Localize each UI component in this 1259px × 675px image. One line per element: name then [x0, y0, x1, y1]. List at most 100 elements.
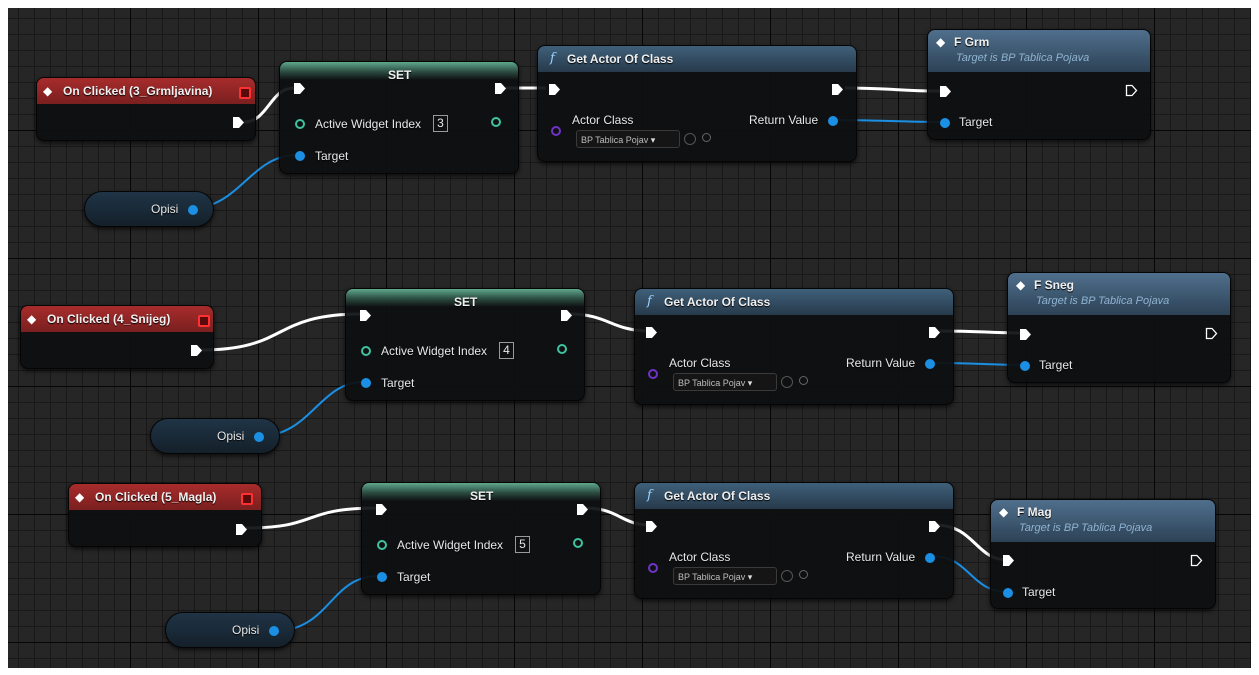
active-widget-index-out-pin[interactable]	[557, 344, 567, 354]
return-value-label: Return Value	[749, 113, 819, 127]
function-call-title: F Grm	[954, 35, 990, 49]
target-label: Target	[959, 115, 993, 129]
exec-in-pin[interactable]	[359, 309, 372, 322]
actor-class-dropdown[interactable]: BP Tablica Pojav ▾	[673, 567, 777, 585]
target-pin[interactable]	[1003, 588, 1013, 598]
actor-class-pin[interactable]	[648, 563, 658, 573]
chevron-down-icon: ▾	[747, 378, 753, 388]
search-icon[interactable]	[702, 133, 711, 142]
exec-in-pin[interactable]	[645, 520, 658, 533]
active-widget-index-pin[interactable]	[377, 540, 387, 550]
exec-out-pin[interactable]	[190, 344, 203, 357]
target-label: Target	[381, 376, 415, 390]
function-call-node[interactable]: ◆ F Sneg Target is BP Tablica Pojava Tar…	[1007, 272, 1231, 383]
event-node[interactable]: ◆ On Clicked (3_Grmljavina)	[36, 77, 256, 141]
exec-hollow-icon[interactable]	[1205, 327, 1218, 340]
event-node-title: On Clicked (4_Snijeg)	[47, 312, 171, 326]
function-f-icon: f	[647, 488, 652, 503]
event-node[interactable]: ◆ On Clicked (5_Magla)	[68, 483, 262, 547]
event-diamond-icon: ◆	[43, 84, 53, 98]
function-f-icon: f	[550, 51, 555, 66]
chevron-down-icon: ▾	[747, 572, 753, 582]
variable-out-pin[interactable]	[254, 432, 264, 442]
browse-icon[interactable]	[781, 570, 793, 582]
actor-class-dropdown[interactable]: BP Tablica Pojav ▾	[576, 130, 680, 148]
target-label: Target	[1022, 585, 1056, 599]
exec-in-pin[interactable]	[1019, 328, 1032, 341]
event-delegate-icon[interactable]	[198, 315, 210, 327]
target-label: Target	[397, 570, 431, 584]
exec-hollow-icon[interactable]	[1190, 554, 1203, 567]
target-pin[interactable]	[1020, 361, 1030, 371]
variable-out-pin[interactable]	[269, 626, 279, 636]
variable-node-opisi[interactable]: Opisi	[165, 612, 295, 648]
function-call-subtitle: Target is BP Tablica Pojava	[1019, 522, 1153, 534]
return-value-pin[interactable]	[925, 553, 935, 563]
exec-out-pin[interactable]	[232, 116, 245, 129]
actor-class-label: Actor Class	[669, 356, 731, 370]
target-pin[interactable]	[377, 572, 387, 582]
exec-in-pin[interactable]	[293, 82, 306, 95]
return-value-pin[interactable]	[828, 116, 838, 126]
function-call-node[interactable]: ◆ F Mag Target is BP Tablica Pojava Targ…	[990, 499, 1216, 609]
event-delegate-icon[interactable]	[239, 87, 251, 99]
return-value-label: Return Value	[846, 356, 916, 370]
get-actor-title: Get Actor Of Class	[567, 52, 674, 66]
active-widget-index-out-pin[interactable]	[573, 538, 583, 548]
exec-out-pin[interactable]	[576, 503, 589, 516]
set-node[interactable]: SET Active Widget Index 5 Target	[361, 482, 601, 595]
get-actor-node[interactable]: f Get Actor Of Class Actor Class BP Tabl…	[537, 45, 857, 162]
active-widget-index-input[interactable]: 3	[433, 115, 448, 132]
return-value-pin[interactable]	[925, 359, 935, 369]
event-delegate-icon[interactable]	[241, 493, 253, 505]
target-pin[interactable]	[361, 378, 371, 388]
active-widget-index-label: Active Widget Index	[381, 344, 488, 358]
variable-out-pin[interactable]	[188, 205, 198, 215]
set-node-title: SET	[454, 295, 478, 309]
event-node[interactable]: ◆ On Clicked (4_Snijeg)	[20, 305, 214, 369]
exec-hollow-icon[interactable]	[1125, 84, 1138, 97]
get-actor-node[interactable]: f Get Actor Of Class Actor Class BP Tabl…	[634, 288, 954, 405]
actor-class-value: BP Tablica Pojav	[678, 572, 746, 582]
browse-icon[interactable]	[684, 133, 696, 145]
actor-class-dropdown[interactable]: BP Tablica Pojav ▾	[673, 373, 777, 391]
event-node-title: On Clicked (3_Grmljavina)	[63, 84, 213, 98]
exec-out-pin[interactable]	[494, 82, 507, 95]
browse-icon[interactable]	[781, 376, 793, 388]
set-node[interactable]: SET Active Widget Index 3 Target	[279, 61, 519, 174]
active-widget-index-pin[interactable]	[361, 346, 371, 356]
target-label: Target	[1039, 358, 1073, 372]
exec-out-pin[interactable]	[928, 326, 941, 339]
variable-node-opisi[interactable]: Opisi	[84, 191, 214, 227]
exec-out-pin[interactable]	[560, 309, 573, 322]
call-diamond-icon: ◆	[936, 35, 946, 49]
target-pin[interactable]	[940, 118, 950, 128]
active-widget-index-input[interactable]: 5	[515, 536, 530, 553]
target-pin[interactable]	[295, 151, 305, 161]
actor-class-value: BP Tablica Pojav	[581, 135, 649, 145]
actor-class-pin[interactable]	[648, 369, 658, 379]
exec-in-pin[interactable]	[548, 83, 561, 96]
exec-out-pin[interactable]	[831, 83, 844, 96]
active-widget-index-pin[interactable]	[295, 119, 305, 129]
variable-label: Opisi	[151, 202, 179, 216]
actor-class-pin[interactable]	[551, 126, 561, 136]
search-icon[interactable]	[799, 570, 808, 579]
active-widget-index-input[interactable]: 4	[499, 342, 514, 359]
exec-in-pin[interactable]	[939, 85, 952, 98]
set-node-title: SET	[470, 489, 494, 503]
exec-in-pin[interactable]	[1002, 554, 1015, 567]
exec-out-pin[interactable]	[928, 520, 941, 533]
variable-node-opisi[interactable]: Opisi	[150, 418, 280, 454]
function-call-title: F Mag	[1017, 505, 1052, 519]
active-widget-index-out-pin[interactable]	[491, 117, 501, 127]
get-actor-node[interactable]: f Get Actor Of Class Actor Class BP Tabl…	[634, 482, 954, 599]
exec-in-pin[interactable]	[375, 503, 388, 516]
actor-class-label: Actor Class	[572, 113, 634, 127]
event-diamond-icon: ◆	[75, 490, 85, 504]
exec-out-pin[interactable]	[235, 523, 248, 536]
function-call-node[interactable]: ◆ F Grm Target is BP Tablica Pojava Targ…	[927, 29, 1151, 140]
search-icon[interactable]	[799, 376, 808, 385]
set-node[interactable]: SET Active Widget Index 4 Target	[345, 288, 585, 401]
exec-in-pin[interactable]	[645, 326, 658, 339]
